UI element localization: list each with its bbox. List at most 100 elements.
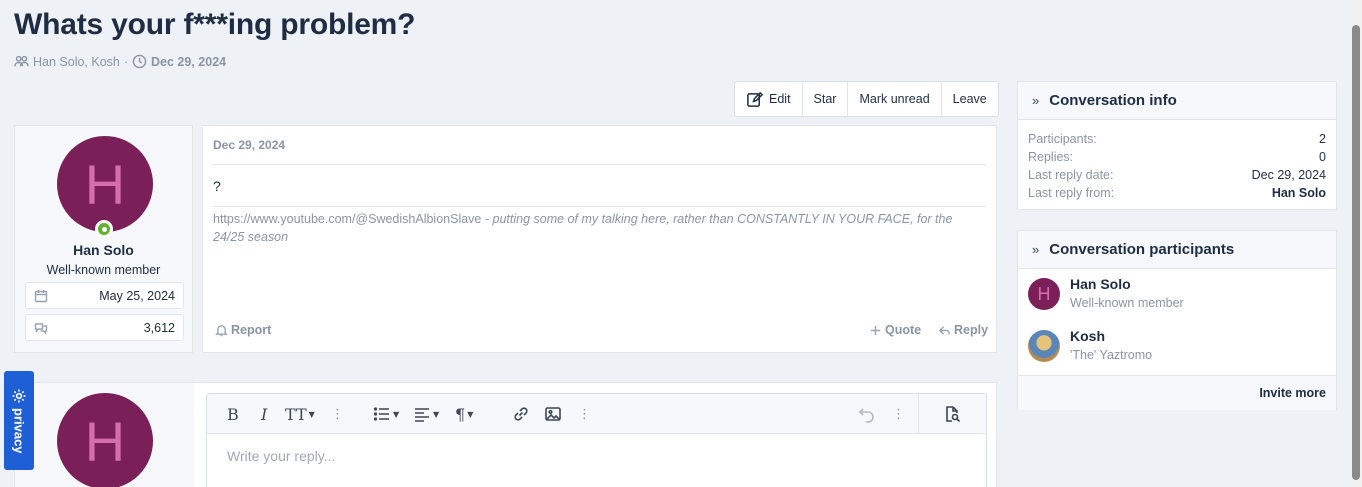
- edit-label: Edit: [769, 92, 791, 106]
- undo-icon: [858, 408, 874, 423]
- info-value: 2: [1319, 132, 1326, 146]
- page-title: Whats your f***ing problem?: [14, 8, 416, 41]
- conversation-participants-panel: » Conversation participants H Han Solo W…: [1017, 230, 1337, 410]
- align-button[interactable]: ▼: [413, 404, 439, 424]
- last-reply-user-link[interactable]: Han Solo: [1272, 186, 1326, 200]
- reply-button[interactable]: Reply: [938, 323, 988, 337]
- divider: [213, 206, 986, 207]
- paragraph-button[interactable]: ¶ ▼: [455, 404, 473, 424]
- info-row-replies: Replies: 0: [1028, 150, 1326, 164]
- gear-icon: [12, 389, 26, 403]
- info-row-participants: Participants: 2: [1028, 132, 1326, 146]
- signature-link[interactable]: https://www.youtube.com/@SwedishAlbionSl…: [213, 212, 481, 226]
- reply-icon: [938, 325, 950, 335]
- list-icon: [373, 407, 389, 421]
- more-insert-options-button[interactable]: ⋮: [578, 404, 591, 424]
- clock-icon: [132, 54, 147, 69]
- message-body: ?: [213, 178, 221, 194]
- signature: https://www.youtube.com/@SwedishAlbionSl…: [213, 210, 973, 246]
- participant-name[interactable]: Han Solo: [1070, 276, 1131, 292]
- info-label: Replies:: [1028, 150, 1074, 164]
- bell-icon: [215, 324, 228, 336]
- reply-user-panel: H: [15, 383, 194, 487]
- italic-button[interactable]: I: [261, 404, 267, 424]
- speech-pointer: [193, 401, 203, 419]
- chevron-down-icon: ▼: [467, 409, 474, 419]
- quick-reply: H B I TT ▼ ⋮ ▼ ▼ ¶ ▼ ⋮ ⋮ Write your repl…: [14, 382, 997, 487]
- plus-icon: [870, 325, 881, 335]
- invite-more-button[interactable]: Invite more: [1018, 375, 1336, 410]
- conversation-info-title: Conversation info: [1049, 92, 1177, 109]
- report-button[interactable]: Report: [215, 323, 271, 337]
- participant-title: 'The' Yaztromo: [1070, 348, 1153, 362]
- chevron-down-icon: ▼: [433, 409, 440, 419]
- participant-title: Well-known member: [1070, 296, 1184, 310]
- conversation-meta: Han Solo, Kosh · Dec 29, 2024: [14, 54, 226, 69]
- conversation-participants-title: Conversation participants: [1049, 241, 1235, 258]
- undo-button[interactable]: [858, 404, 876, 424]
- avatar[interactable]: [1028, 330, 1060, 362]
- more-options-button[interactable]: ⋮: [892, 404, 905, 424]
- report-label: Report: [231, 323, 272, 337]
- online-status-icon: [95, 220, 113, 238]
- avatar[interactable]: H: [57, 393, 153, 487]
- edit-button[interactable]: Edit: [735, 82, 802, 116]
- conversation-info-panel: » Conversation info Participants: 2 Repl…: [1017, 81, 1337, 210]
- quote-button[interactable]: Quote: [869, 323, 921, 337]
- divider: [213, 164, 986, 165]
- conversation-info-header[interactable]: » Conversation info: [1018, 82, 1336, 120]
- meta-separator: ·: [123, 54, 129, 69]
- leave-button[interactable]: Leave: [940, 82, 998, 116]
- joined-stat: May 25, 2024: [25, 282, 184, 309]
- page-scrollbar[interactable]: [1350, 0, 1362, 487]
- quote-label: Quote: [885, 323, 922, 337]
- edit-icon: [747, 91, 763, 107]
- message-count: 3,612: [143, 320, 175, 335]
- info-row-last-reply-from: Last reply from: Han Solo: [1028, 186, 1326, 200]
- link-button[interactable]: [512, 404, 530, 424]
- message-date[interactable]: Dec 29, 2024: [213, 138, 285, 152]
- preview-button[interactable]: [943, 404, 961, 424]
- toolbar-divider: [918, 394, 919, 434]
- users-icon: [14, 55, 29, 67]
- reply-editor: B I TT ▼ ⋮ ▼ ▼ ¶ ▼ ⋮ ⋮ Write your reply.…: [206, 393, 987, 487]
- info-value: Dec 29, 2024: [1251, 168, 1326, 182]
- privacy-button[interactable]: privacy: [4, 371, 34, 470]
- paragraph-label: ¶: [455, 404, 466, 424]
- editor-toolbar: B I TT ▼ ⋮ ▼ ▼ ¶ ▼ ⋮ ⋮: [207, 394, 986, 434]
- text-size-button[interactable]: TT ▼: [285, 404, 315, 424]
- mark-unread-button[interactable]: Mark unread: [847, 82, 940, 116]
- bold-button[interactable]: B: [227, 404, 239, 424]
- conversation-participants-header[interactable]: » Conversation participants: [1018, 231, 1336, 269]
- text-size-label: TT: [285, 404, 307, 424]
- participant-name[interactable]: Kosh: [1070, 328, 1105, 344]
- reply-input[interactable]: Write your reply...: [227, 448, 335, 464]
- scrollbar-thumb[interactable]: [1352, 25, 1360, 480]
- align-left-icon: [415, 408, 429, 422]
- avatar[interactable]: H: [1028, 278, 1060, 310]
- message: Dec 29, 2024 ? https://www.youtube.com/@…: [202, 125, 997, 353]
- image-button[interactable]: [544, 404, 562, 424]
- reply-label: Reply: [954, 323, 989, 337]
- chevron-down-icon: ▼: [308, 409, 315, 419]
- privacy-label: privacy: [11, 407, 27, 454]
- username[interactable]: Han Solo: [15, 242, 192, 258]
- info-row-last-reply-date: Last reply date: Dec 29, 2024: [1028, 168, 1326, 182]
- info-label: Last reply date:: [1028, 168, 1114, 182]
- participants-names[interactable]: Han Solo, Kosh: [33, 55, 120, 69]
- avatar[interactable]: H: [57, 136, 153, 232]
- calendar-icon: [34, 289, 48, 302]
- chevrons-right-icon: »: [1032, 93, 1040, 108]
- list-button[interactable]: ▼: [373, 404, 399, 424]
- star-button[interactable]: Star: [801, 82, 848, 116]
- more-text-options-button[interactable]: ⋮: [331, 404, 344, 424]
- conversation-actions: Edit Star Mark unread Leave: [734, 81, 999, 117]
- user-title: Well-known member: [46, 263, 161, 277]
- message-user-card: H Han Solo Well-known member May 25, 202…: [14, 125, 193, 353]
- messages-icon: [34, 322, 48, 335]
- info-label: Last reply from:: [1028, 186, 1115, 200]
- image-icon: [545, 407, 561, 421]
- info-label: Participants:: [1028, 132, 1097, 146]
- preview-icon: [946, 406, 961, 423]
- conversation-date: Dec 29, 2024: [151, 54, 227, 69]
